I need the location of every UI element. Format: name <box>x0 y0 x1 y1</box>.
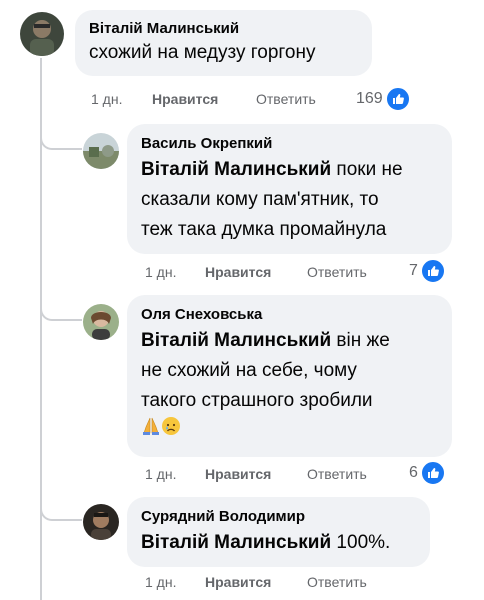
like-button[interactable]: Нравится <box>205 571 271 593</box>
comment-text-body: схожий на медузу горгону <box>89 42 316 63</box>
comment-bubble: Віталій Малинський схожий на медузу горг… <box>75 10 372 76</box>
comment-author[interactable]: Василь Окрепкий <box>141 134 438 154</box>
timestamp[interactable]: 1 дн. <box>145 261 176 283</box>
comment-actions: 1 дн. Нравится Ответить <box>145 571 405 593</box>
comment-bubble: Василь Окрепкий Віталій Малинський поки … <box>127 124 452 254</box>
comment-bubble: Оля Снеховська Віталій Малинський він же… <box>127 295 452 457</box>
comment-author[interactable]: Оля Снеховська <box>141 305 438 325</box>
comment-text: Віталій Малинський 100%. <box>141 528 416 558</box>
reaction-number: 169 <box>356 90 383 107</box>
comment-text-body: сказали кому пам'ятник, то <box>141 189 379 210</box>
reaction-number: 7 <box>409 262 418 279</box>
reply-button[interactable]: Ответить <box>307 463 367 485</box>
timestamp[interactable]: 1 дн. <box>145 571 176 593</box>
comment-text-body: він же <box>331 330 390 351</box>
like-button[interactable]: Нравится <box>205 463 271 485</box>
like-button[interactable]: Нравится <box>205 261 271 283</box>
comment-text: Віталій Малинський поки не сказали кому … <box>141 155 438 245</box>
reaction-count[interactable]: 7 <box>409 258 446 284</box>
comment-actions: 1 дн. Нравится Ответить <box>145 463 405 485</box>
comment-text: Віталій Малинський він же не схожий на с… <box>141 326 438 446</box>
avatar[interactable] <box>20 12 64 56</box>
avatar[interactable] <box>83 304 119 340</box>
comment-text-body: 100%. <box>331 532 391 553</box>
timestamp[interactable]: 1 дн. <box>145 463 176 485</box>
comment-bubble: Сурядний Володимир Віталій Малинський 10… <box>127 497 430 567</box>
comment-author[interactable]: Віталій Малинський <box>89 19 358 39</box>
like-button[interactable]: Нравится <box>152 88 218 110</box>
disappointed-face-icon <box>161 416 181 446</box>
reply-connector <box>40 136 82 150</box>
mention-link[interactable]: Віталій Малинський <box>141 330 331 351</box>
avatar[interactable] <box>83 504 119 540</box>
comment-text-body: теж така думка промайнула <box>141 219 387 240</box>
praying-hands-icon <box>141 416 161 446</box>
comment-text: схожий на медузу горгону <box>89 39 358 67</box>
comment-actions: 1 дн. Нравится Ответить <box>91 88 351 110</box>
thumbs-up-icon <box>384 86 411 112</box>
comment-author[interactable]: Сурядний Володимир <box>141 507 416 527</box>
thumbs-up-icon <box>419 460 446 486</box>
reaction-number: 6 <box>409 464 418 481</box>
reply-button[interactable]: Ответить <box>256 88 316 110</box>
reply-connector <box>40 307 82 321</box>
mention-link[interactable]: Віталій Малинський <box>141 159 331 180</box>
comment-text-body: такого страшного зробили <box>141 390 373 411</box>
reaction-count[interactable]: 169 <box>356 86 411 112</box>
comment-text-body: поки не <box>331 159 403 180</box>
thumbs-up-icon <box>419 258 446 284</box>
avatar[interactable] <box>83 133 119 169</box>
comment-actions: 1 дн. Нравится Ответить <box>145 261 405 283</box>
reply-button[interactable]: Ответить <box>307 571 367 593</box>
reply-connector <box>40 507 82 521</box>
timestamp[interactable]: 1 дн. <box>91 88 122 110</box>
comment-text-body: не схожий на себе, чому <box>141 360 357 381</box>
mention-link[interactable]: Віталій Малинський <box>141 532 331 553</box>
reaction-count[interactable]: 6 <box>409 460 446 486</box>
reply-button[interactable]: Ответить <box>307 261 367 283</box>
